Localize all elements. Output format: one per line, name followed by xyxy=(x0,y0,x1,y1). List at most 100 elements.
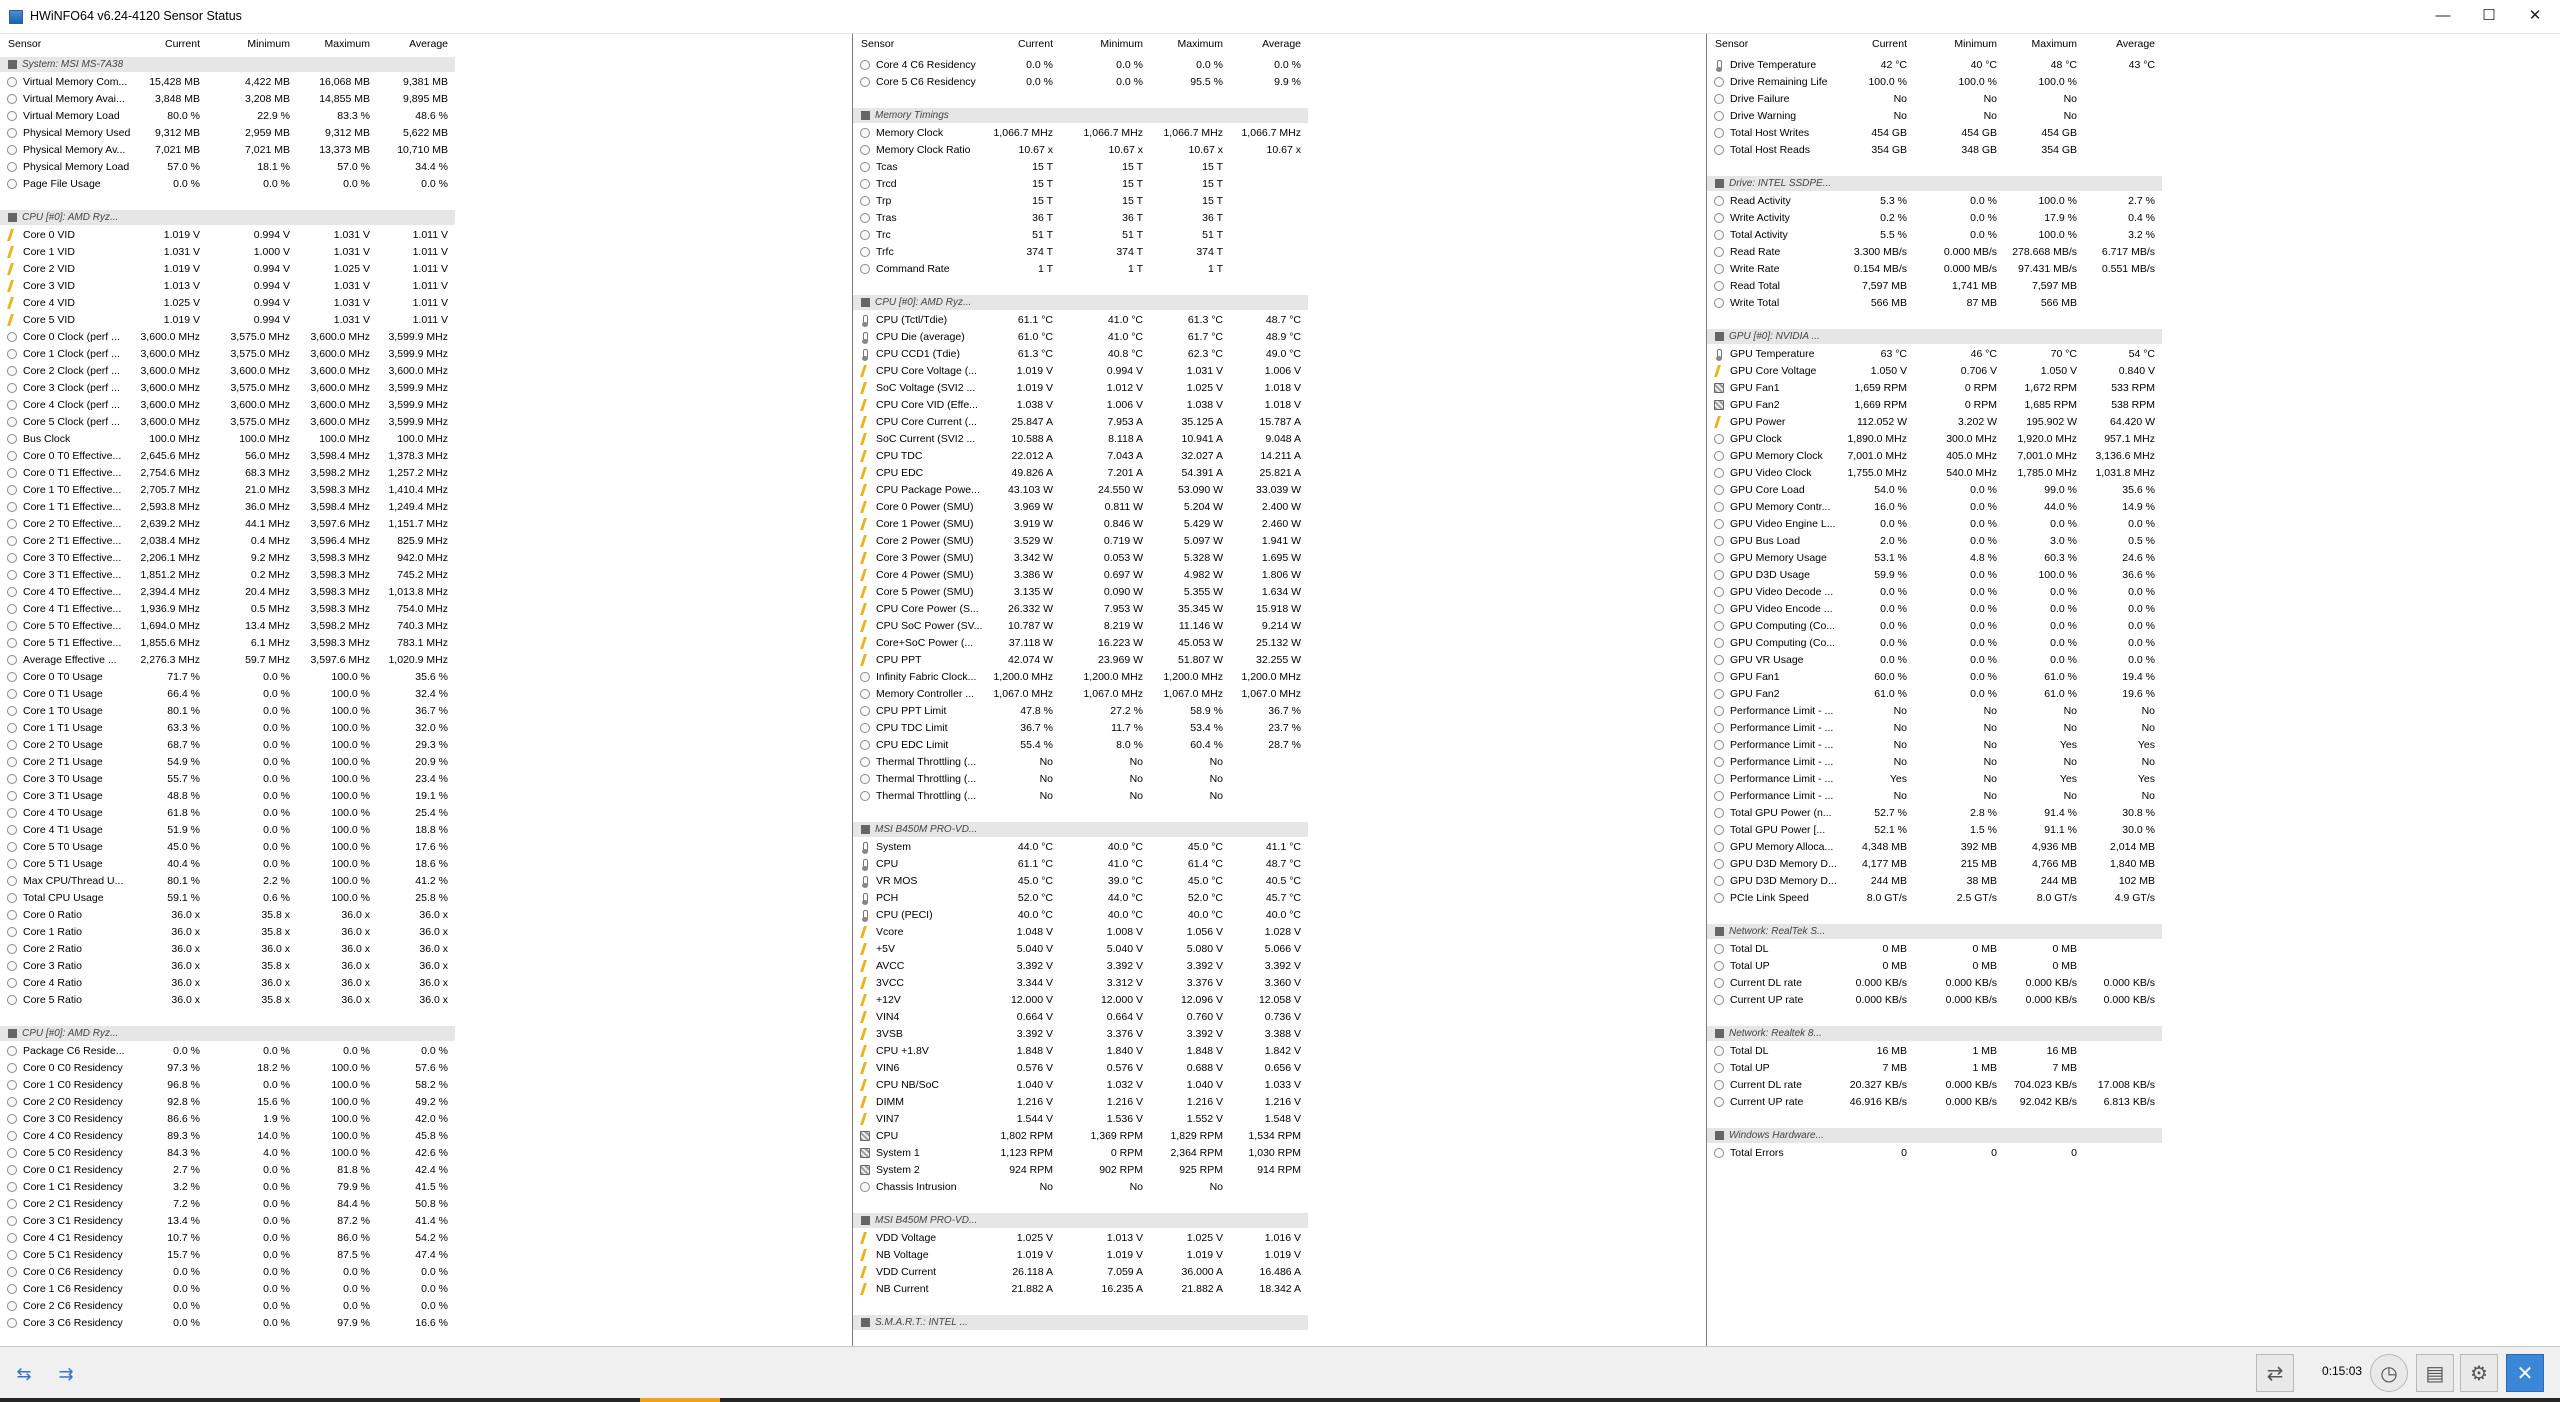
sensor-row[interactable]: GPU Memory Contr... 16.0 % 0.0 % 44.0 % 14.9… xyxy=(1707,498,2560,515)
sensor-row[interactable]: Infinity Fabric Clock... 1,200.0 MHz 1,200… xyxy=(853,668,1706,685)
header-sensor[interactable]: Sensor xyxy=(1715,38,1748,50)
header-minimum[interactable]: Minimum xyxy=(230,38,290,50)
header-sensor[interactable]: Sensor xyxy=(861,38,894,50)
sensor-row[interactable]: CPU EDC Limit 55.4 % 8.0 % 60.4 % 28.7 % xyxy=(853,736,1706,753)
log-button[interactable]: ▤ xyxy=(2416,1354,2454,1392)
sensor-row[interactable]: Thermal Throttling (... No No No xyxy=(853,770,1706,787)
header-current[interactable]: Current xyxy=(993,38,1053,50)
sensor-row[interactable]: Drive Warning No No No xyxy=(1707,107,2560,124)
sensor-row[interactable]: CPU Core Power (S... 26.332 W 7.953 W 35.34… xyxy=(853,600,1706,617)
sensor-row[interactable]: 3VSB 3.392 V 3.376 V 3.392 V 3.388 V xyxy=(853,1025,1706,1042)
sensor-row[interactable]: Vcore 1.048 V 1.008 V 1.056 V 1.028 V xyxy=(853,923,1706,940)
sensor-row[interactable]: GPU Video Clock 1,755.0 MHz 540.0 MHz 1,785… xyxy=(1707,464,2560,481)
sensor-row[interactable]: Core 5 C0 Residency 84.3 % 4.0 % 100.0 % 42.… xyxy=(0,1144,852,1161)
sensor-row[interactable]: Core 0 Clock (perf ... 3,600.0 MHz 3,575.0… xyxy=(0,328,852,345)
sensor-row[interactable]: Max CPU/Thread U... 80.1 % 2.2 % 100.0 % 41.… xyxy=(0,872,852,889)
sensor-row[interactable]: Core 0 T1 Usage 66.4 % 0.0 % 100.0 % 32.4 % xyxy=(0,685,852,702)
sensor-row[interactable]: CPU EDC 49.826 A 7.201 A 54.391 A 25.821 A xyxy=(853,464,1706,481)
sensor-row[interactable]: Core 0 T0 Effective... 2,645.6 MHz 56.0 MH… xyxy=(0,447,852,464)
sensor-group-header[interactable]: Windows Hardware... xyxy=(1707,1128,2162,1143)
header-current[interactable]: Current xyxy=(1847,38,1907,50)
sensor-row[interactable]: Bus Clock 100.0 MHz 100.0 MHz 100.0 MHz 100.… xyxy=(0,430,852,447)
sensor-row[interactable]: Core 4 Power (SMU) 3.386 W 0.697 W 4.982 W1… xyxy=(853,566,1706,583)
sensor-row[interactable]: Core 5 C1 Residency 15.7 % 0.0 % 87.5 % 47.4… xyxy=(0,1246,852,1263)
header-minimum[interactable]: Minimum xyxy=(1937,38,1997,50)
sensor-row[interactable]: System 2 924 RPM 902 RPM 925 RPM 914 RPM xyxy=(853,1161,1706,1178)
sensor-row[interactable]: VIN6 0.576 V 0.576 V 0.688 V 0.656 V xyxy=(853,1059,1706,1076)
sensor-row[interactable]: Core 2 T1 Usage 54.9 % 0.0 % 100.0 % 20.9 % xyxy=(0,753,852,770)
sensor-row[interactable]: Total Errors 0 0 0 xyxy=(1707,1144,2560,1161)
header-current[interactable]: Current xyxy=(140,38,200,50)
sensor-row[interactable]: Core 0 C0 Residency 97.3 % 18.2 % 100.0 % 57… xyxy=(0,1059,852,1076)
sensor-row[interactable]: Core 0 VID 1.019 V 0.994 V 1.031 V 1.011 V xyxy=(0,226,852,243)
sensor-row[interactable]: GPU Clock 1,890.0 MHz 300.0 MHz 1,920.0 MHz… xyxy=(1707,430,2560,447)
sensor-row[interactable]: VDD Current 26.118 A 7.059 A 36.000 A 16.486… xyxy=(853,1263,1706,1280)
sensor-row[interactable]: Drive Failure No No No xyxy=(1707,90,2560,107)
sensor-row[interactable]: Core 5 T1 Effective... 1,855.6 MHz 6.1 MHz… xyxy=(0,634,852,651)
sensor-row[interactable]: Core 2 C6 Residency 0.0 % 0.0 % 0.0 % 0.0 % xyxy=(0,1297,852,1314)
sensor-row[interactable]: Total GPU Power (n... 52.7 % 2.8 % 91.4 % 30… xyxy=(1707,804,2560,821)
sensor-group-header[interactable]: MSI B450M PRO-VD... xyxy=(853,822,1308,837)
sensor-row[interactable]: GPU Memory Usage 53.1 % 4.8 % 60.3 % 24.6 % xyxy=(1707,549,2560,566)
sensor-row[interactable]: Total GPU Power [... 52.1 % 1.5 % 91.1 % 30.… xyxy=(1707,821,2560,838)
sensor-group-header[interactable]: System: MSI MS-7A38 xyxy=(0,57,455,72)
sensor-row[interactable]: Memory Clock Ratio 10.67 x 10.67 x 10.67 x1… xyxy=(853,141,1706,158)
sensor-row[interactable]: Current DL rate 20.327 KB/s 0.000 KB/s 704.… xyxy=(1707,1076,2560,1093)
sensor-row[interactable]: AVCC 3.392 V 3.392 V 3.392 V 3.392 V xyxy=(853,957,1706,974)
sensor-row[interactable]: GPU Fan1 1,659 RPM 0 RPM 1,672 RPM 533 RPM xyxy=(1707,379,2560,396)
sensor-row[interactable]: Core 3 T1 Usage 48.8 % 0.0 % 100.0 % 19.1 % xyxy=(0,787,852,804)
sensor-row[interactable]: Trp 15 T 15 T 15 T xyxy=(853,192,1706,209)
sensor-row[interactable]: GPU Video Decode ... 0.0 % 0.0 % 0.0 % 0.0 % xyxy=(1707,583,2560,600)
sensor-row[interactable]: Core 5 T1 Usage 40.4 % 0.0 % 100.0 % 18.6 % xyxy=(0,855,852,872)
sensor-row[interactable]: Physical Memory Load 57.0 % 18.1 % 57.0 % 34… xyxy=(0,158,852,175)
sensor-row[interactable]: Core 4 T0 Usage 61.8 % 0.0 % 100.0 % 25.4 % xyxy=(0,804,852,821)
sensor-group-header[interactable]: CPU [#0]: AMD Ryz... xyxy=(0,210,455,225)
sensor-row[interactable]: Core 1 Ratio 36.0 x 35.8 x 36.0 x 36.0 x xyxy=(0,923,852,940)
sensor-row[interactable]: Total Activity 5.5 % 0.0 % 100.0 % 3.2 % xyxy=(1707,226,2560,243)
sensor-row[interactable]: Core 4 Ratio 36.0 x 36.0 x 36.0 x 36.0 x xyxy=(0,974,852,991)
sensor-row[interactable]: CPU CCD1 (Tdie) 61.3 °C 40.8 °C 62.3 °C 49.0… xyxy=(853,345,1706,362)
sensor-row[interactable]: Core 2 Power (SMU) 3.529 W 0.719 W 5.097 W1… xyxy=(853,532,1706,549)
sensor-row[interactable]: Core 3 C0 Residency 86.6 % 1.9 % 100.0 % 42.… xyxy=(0,1110,852,1127)
sensor-row[interactable]: Core 3 Ratio 36.0 x 35.8 x 36.0 x 36.0 x xyxy=(0,957,852,974)
sensor-row[interactable]: CPU Die (average) 61.0 °C 41.0 °C 61.7 °C 48… xyxy=(853,328,1706,345)
sensor-row[interactable]: Core 1 T1 Effective... 2,593.8 MHz 36.0 MH… xyxy=(0,498,852,515)
sensor-row[interactable]: Core 0 C1 Residency 2.7 % 0.0 % 81.8 % 42.4 … xyxy=(0,1161,852,1178)
sensor-row[interactable]: Drive Remaining Life 100.0 % 100.0 % 100.0 … xyxy=(1707,73,2560,90)
sensor-group-header[interactable]: GPU [#0]: NVIDIA ... xyxy=(1707,329,2162,344)
sensor-row[interactable]: Trcd 15 T 15 T 15 T xyxy=(853,175,1706,192)
settings-button[interactable]: ⚙ xyxy=(2460,1354,2498,1392)
sensor-row[interactable]: Core 1 C0 Residency 96.8 % 0.0 % 100.0 % 58.… xyxy=(0,1076,852,1093)
sensor-row[interactable]: Read Rate 3.300 MB/s 0.000 MB/s 278.668 MB/… xyxy=(1707,243,2560,260)
sensor-row[interactable]: Core 0 C6 Residency 0.0 % 0.0 % 0.0 % 0.0 % xyxy=(0,1263,852,1280)
sensor-row[interactable]: GPU Core Load 54.0 % 0.0 % 99.0 % 35.6 % xyxy=(1707,481,2560,498)
sensor-row[interactable]: Physical Memory Used 9,312 MB 2,959 MB 9,31… xyxy=(0,124,852,141)
sensor-row[interactable]: Core 1 Power (SMU) 3.919 W 0.846 W 5.429 W2… xyxy=(853,515,1706,532)
sensor-row[interactable]: CPU NB/SoC 1.040 V 1.032 V 1.040 V 1.033 V xyxy=(853,1076,1706,1093)
sensor-row[interactable]: Physical Memory Av... 7,021 MB 7,021 MB 13,… xyxy=(0,141,852,158)
sensor-row[interactable]: System 44.0 °C 40.0 °C 45.0 °C 41.1 °C xyxy=(853,838,1706,855)
sensor-row[interactable]: Core 2 T0 Usage 68.7 % 0.0 % 100.0 % 29.3 % xyxy=(0,736,852,753)
sensor-row[interactable]: CPU Core Voltage (... 1.019 V 0.994 V 1.031… xyxy=(853,362,1706,379)
sensor-row[interactable]: Thermal Throttling (... No No No xyxy=(853,753,1706,770)
sensor-row[interactable]: Core 2 Ratio 36.0 x 36.0 x 36.0 x 36.0 x xyxy=(0,940,852,957)
sensor-row[interactable]: Core 3 C6 Residency 0.0 % 0.0 % 97.9 % 16.6 … xyxy=(0,1314,852,1331)
sensor-row[interactable]: GPU Memory Clock 7,001.0 MHz 405.0 MHz 7,00… xyxy=(1707,447,2560,464)
maximize-button[interactable]: ☐ xyxy=(2466,0,2512,32)
close-button[interactable]: ✕ xyxy=(2512,0,2558,32)
sensor-row[interactable]: Virtual Memory Avai... 3,848 MB 3,208 MB 14… xyxy=(0,90,852,107)
sensor-row[interactable]: Read Total 7,597 MB 1,741 MB 7,597 MB xyxy=(1707,277,2560,294)
sensor-group-header[interactable]: Memory Timings xyxy=(853,108,1308,123)
sensor-row[interactable]: Total DL 16 MB 1 MB 16 MB xyxy=(1707,1042,2560,1059)
sensor-row[interactable]: Core 5 VID 1.019 V 0.994 V 1.031 V 1.011 V xyxy=(0,311,852,328)
sensor-row[interactable]: Core+SoC Power (... 37.118 W 16.223 W 45.05… xyxy=(853,634,1706,651)
sensor-row[interactable]: Total Host Reads 354 GB 348 GB 354 GB xyxy=(1707,141,2560,158)
sensor-row[interactable]: Performance Limit - ... No No No No xyxy=(1707,787,2560,804)
sensor-row[interactable]: PCIe Link Speed 8.0 GT/s 2.5 GT/s 8.0 GT/s 4… xyxy=(1707,889,2560,906)
sensor-row[interactable]: GPU Computing (Co... 0.0 % 0.0 % 0.0 % 0.0 % xyxy=(1707,634,2560,651)
sensor-group-header[interactable]: CPU [#0]: AMD Ryz... xyxy=(853,295,1308,310)
sensor-row[interactable]: Average Effective ... 2,276.3 MHz 59.7 MHz… xyxy=(0,651,852,668)
sensor-row[interactable]: GPU Computing (Co... 0.0 % 0.0 % 0.0 % 0.0 % xyxy=(1707,617,2560,634)
sensor-row[interactable]: CPU TDC 22.012 A 7.043 A 32.027 A 14.211 A xyxy=(853,447,1706,464)
sensor-row[interactable]: Write Total 566 MB 87 MB 566 MB xyxy=(1707,294,2560,311)
